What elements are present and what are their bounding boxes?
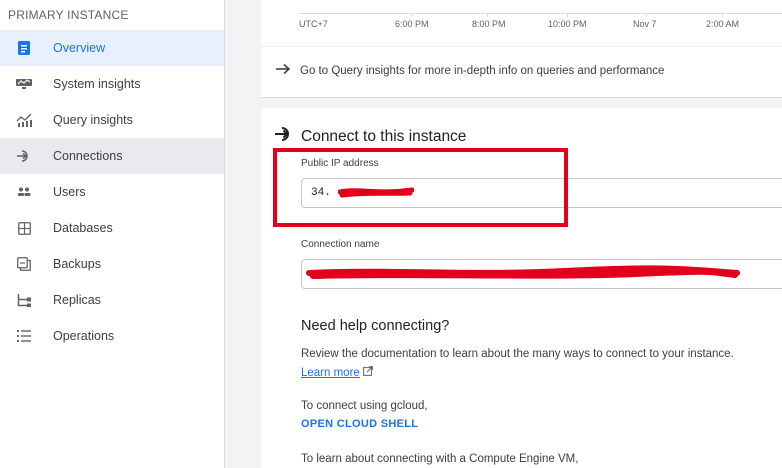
sidebar-item-users[interactable]: Users: [0, 174, 224, 210]
external-link-icon: [363, 366, 373, 379]
sidebar-item-replicas[interactable]: Replicas: [0, 282, 224, 318]
sidebar-item-connections[interactable]: Connections: [0, 138, 224, 174]
axis-label: 10:00 PM: [548, 19, 587, 29]
sidebar-item-label: Backups: [53, 257, 101, 271]
axis-tick: [567, 13, 568, 17]
sidebar: PRIMARY INSTANCE Overview System insight…: [0, 0, 225, 468]
overview-icon: [16, 40, 32, 56]
sidebar-item-label: Query insights: [53, 113, 133, 127]
public-ip-value: 34.: [311, 187, 331, 199]
connect-header: Connect to this instance: [275, 126, 466, 147]
sidebar-item-overview[interactable]: Overview: [0, 30, 224, 66]
axis-label: 6:00 PM: [395, 19, 429, 29]
sidebar-item-label: Replicas: [53, 293, 101, 307]
connections-icon: [16, 148, 32, 164]
sidebar-item-operations[interactable]: Operations: [0, 318, 224, 354]
operations-icon: [16, 328, 32, 344]
sidebar-item-label: Overview: [53, 41, 106, 55]
sidebar-item-query-insights[interactable]: Query insights: [0, 102, 224, 138]
help-review-text: Review the documentation to learn about …: [301, 348, 734, 360]
sidebar-item-label: Connections: [53, 149, 123, 163]
query-insights-icon: [16, 112, 32, 128]
main-content: UTC+7 6:00 PM 8:00 PM 10:00 PM Nov 7 2:0…: [225, 0, 782, 468]
databases-icon: [16, 220, 32, 236]
sidebar-nav: Overview System insights Query insights …: [0, 30, 224, 354]
timeline-axis: [299, 13, 782, 14]
gcloud-text: To connect using gcloud,: [301, 400, 428, 412]
public-ip-label: Public IP address: [301, 158, 379, 169]
open-cloud-shell-button[interactable]: OPEN CLOUD SHELL: [301, 418, 418, 430]
divider: [261, 46, 782, 47]
sidebar-item-label: System insights: [53, 77, 141, 91]
backups-icon: [16, 256, 32, 272]
help-title: Need help connecting?: [301, 318, 450, 334]
metrics-card: UTC+7 6:00 PM 8:00 PM 10:00 PM Nov 7 2:0…: [261, 0, 782, 98]
connect-icon: [275, 126, 294, 147]
sidebar-item-backups[interactable]: Backups: [0, 246, 224, 282]
vm-text: To learn about connecting with a Compute…: [301, 453, 579, 465]
axis-label: Nov 7: [633, 19, 657, 29]
axis-tick: [487, 13, 488, 17]
query-insights-link[interactable]: Go to Query insights for more in-depth i…: [275, 59, 664, 83]
axis-label: UTC+7: [299, 19, 328, 29]
learn-more-link[interactable]: Learn more: [301, 367, 360, 379]
replicas-icon: [16, 292, 32, 308]
axis-tick: [411, 13, 412, 17]
axis-label: 2:00 AM: [706, 19, 740, 29]
sidebar-title: PRIMARY INSTANCE: [8, 8, 129, 22]
sidebar-item-system-insights[interactable]: System insights: [0, 66, 224, 102]
sidebar-item-label: Users: [53, 185, 86, 199]
learn-more-row: Learn more: [301, 366, 373, 379]
connection-name-label: Connection name: [301, 239, 380, 250]
sidebar-item-label: Databases: [53, 221, 113, 235]
cloud-shell-row: OPEN CLOUD SHELL: [301, 418, 418, 430]
query-insights-link-text: Go to Query insights for more in-depth i…: [300, 65, 665, 77]
arrow-right-icon: [275, 62, 291, 80]
connect-title: Connect to this instance: [301, 127, 467, 145]
sidebar-item-databases[interactable]: Databases: [0, 210, 224, 246]
axis-label: 8:00 PM: [472, 19, 506, 29]
system-insights-icon: [16, 76, 32, 92]
sidebar-item-label: Operations: [53, 329, 115, 343]
users-icon: [16, 184, 32, 200]
connect-card: Connect to this instance Public IP addre…: [261, 108, 782, 468]
axis-tick: [646, 13, 647, 17]
public-ip-field[interactable]: 34.: [301, 178, 782, 208]
connection-name-field[interactable]: [301, 259, 782, 289]
axis-tick: [722, 13, 723, 17]
